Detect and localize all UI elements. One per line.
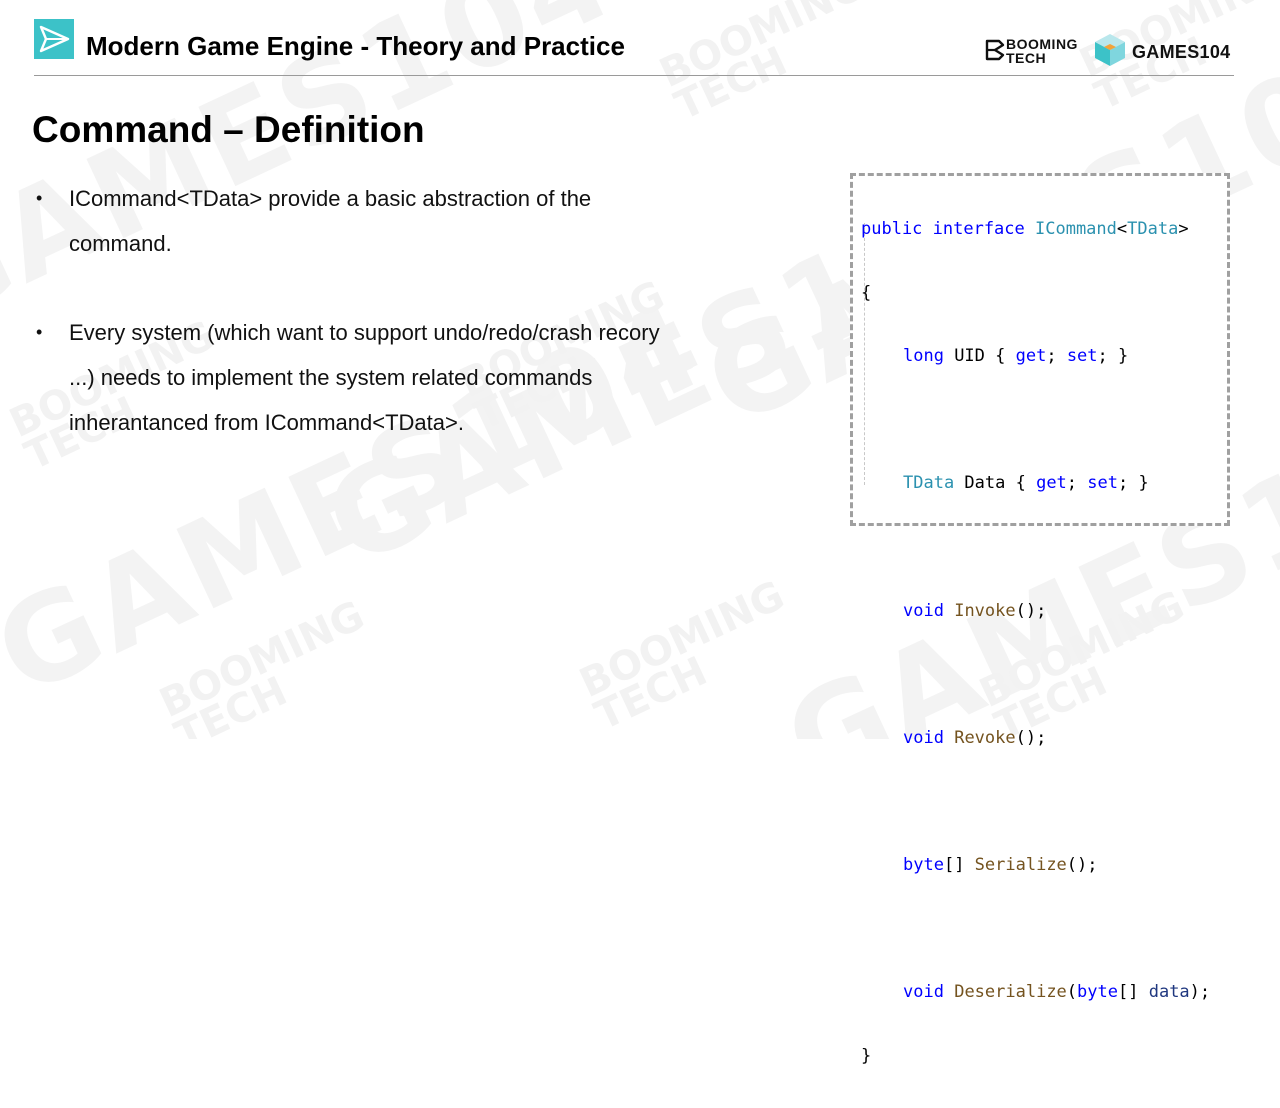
course-title: Modern Game Engine - Theory and Practice [86,31,625,61]
bullet-list: • ICommand<TData> provide a basic abstra… [34,176,714,445]
bullet-text: ICommand<TData> provide a basic abstract… [69,186,592,256]
code-line-invoke: void Invoke(); [903,600,1047,621]
games104-logo: GAMES104 [1094,33,1239,69]
booming-tech-logo: BOOMING TECH [984,36,1086,66]
slide-title: Command – Definition [32,109,425,150]
play-arrow-icon [34,19,74,59]
bullet-dot-icon: • [36,322,43,342]
code-line-serialize: byte[] Serialize(); [903,854,1098,875]
code-block: public interface ICommand<TData> { long … [861,178,1210,1108]
code-line-uid: long UID { get; set; } [903,346,1129,367]
code-line-open-brace: { [861,282,872,303]
watermark-mark: BOOMING TECH [152,592,372,739]
code-line-data: TData Data { get; set; } [903,473,1149,494]
games104-text: GAMES104 [1132,42,1231,62]
booming-tech-mark-icon [985,39,1005,61]
tech-text: TECH [1006,50,1047,66]
bullet-text: Every system (which want to support undo… [69,320,660,435]
watermark-mark: BOOMING TECH [572,572,792,739]
code-line-deserialize: void Deserialize(byte[] data); [903,982,1211,1003]
booming-text: BOOMING [1006,36,1078,52]
bullet-item: • ICommand<TData> provide a basic abstra… [34,176,714,266]
code-snippet-box: public interface ICommand<TData> { long … [850,173,1230,1066]
bullet-dot-icon: • [36,188,43,208]
cube-icon [1095,34,1125,66]
code-line-close-brace: } [861,1045,872,1066]
slide-header: Modern Game Engine - Theory and Practice… [0,0,1280,76]
header-divider [34,75,1234,76]
code-line-interface: public interface ICommand<TData> [861,219,1189,239]
bullet-item: • Every system (which want to support un… [34,310,714,445]
